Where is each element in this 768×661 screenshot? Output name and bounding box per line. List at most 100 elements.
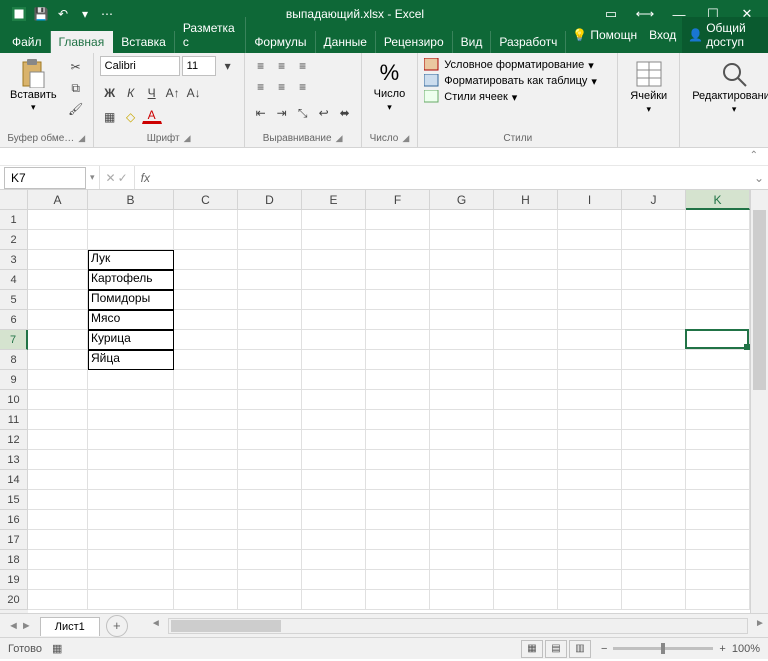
- cell-I20[interactable]: [558, 590, 622, 610]
- zoom-slider[interactable]: [613, 647, 713, 650]
- cell-H5[interactable]: [494, 290, 558, 310]
- cell-D17[interactable]: [238, 530, 302, 550]
- cell-F17[interactable]: [366, 530, 430, 550]
- cell-D3[interactable]: [238, 250, 302, 270]
- cell-G20[interactable]: [430, 590, 494, 610]
- col-header-B[interactable]: B: [88, 190, 174, 210]
- cell-G1[interactable]: [430, 210, 494, 230]
- cell-G10[interactable]: [430, 390, 494, 410]
- formula-input[interactable]: [156, 168, 750, 188]
- col-header-F[interactable]: F: [366, 190, 430, 210]
- cell-I5[interactable]: [558, 290, 622, 310]
- cell-H14[interactable]: [494, 470, 558, 490]
- row-header-16[interactable]: 16: [0, 510, 28, 530]
- cell-C1[interactable]: [174, 210, 238, 230]
- font-name-input[interactable]: [100, 56, 180, 76]
- sign-in[interactable]: Вход: [643, 17, 682, 53]
- cell-C14[interactable]: [174, 470, 238, 490]
- cell-C19[interactable]: [174, 570, 238, 590]
- cell-B12[interactable]: [88, 430, 174, 450]
- cell-G12[interactable]: [430, 430, 494, 450]
- cell-C18[interactable]: [174, 550, 238, 570]
- cell-B11[interactable]: [88, 410, 174, 430]
- dialog-launcher-icon[interactable]: ◢: [184, 133, 191, 144]
- row-header-10[interactable]: 10: [0, 390, 28, 410]
- cell-K5[interactable]: [686, 290, 750, 310]
- bold-button[interactable]: Ж: [100, 83, 120, 103]
- row-header-13[interactable]: 13: [0, 450, 28, 470]
- cell-A9[interactable]: [28, 370, 88, 390]
- cell-E19[interactable]: [302, 570, 366, 590]
- cell-C17[interactable]: [174, 530, 238, 550]
- row-header-12[interactable]: 12: [0, 430, 28, 450]
- cell-A17[interactable]: [28, 530, 88, 550]
- cell-G17[interactable]: [430, 530, 494, 550]
- cell-B20[interactable]: [88, 590, 174, 610]
- row-header-9[interactable]: 9: [0, 370, 28, 390]
- cell-E10[interactable]: [302, 390, 366, 410]
- dialog-launcher-icon[interactable]: ◢: [402, 133, 409, 144]
- dialog-launcher-icon[interactable]: ◢: [336, 133, 343, 144]
- cell-A4[interactable]: [28, 270, 88, 290]
- cell-H2[interactable]: [494, 230, 558, 250]
- cell-D8[interactable]: [238, 350, 302, 370]
- cell-F20[interactable]: [366, 590, 430, 610]
- cell-A10[interactable]: [28, 390, 88, 410]
- cell-C12[interactable]: [174, 430, 238, 450]
- cell-D13[interactable]: [238, 450, 302, 470]
- qat-more-icon[interactable]: ⋯: [98, 5, 116, 23]
- cell-K20[interactable]: [686, 590, 750, 610]
- collapse-ribbon-icon[interactable]: ⌃: [740, 148, 768, 163]
- merge-icon[interactable]: ⬌: [335, 103, 355, 123]
- cell-A8[interactable]: [28, 350, 88, 370]
- cell-J16[interactable]: [622, 510, 686, 530]
- cell-E18[interactable]: [302, 550, 366, 570]
- orientation-icon[interactable]: ⤡: [293, 103, 313, 123]
- cell-A19[interactable]: [28, 570, 88, 590]
- cell-B3[interactable]: Лук: [88, 250, 174, 270]
- col-header-A[interactable]: A: [28, 190, 88, 210]
- normal-view-icon[interactable]: ▦: [521, 640, 543, 658]
- cell-G2[interactable]: [430, 230, 494, 250]
- name-box[interactable]: [4, 167, 86, 189]
- cell-K6[interactable]: [686, 310, 750, 330]
- cell-F12[interactable]: [366, 430, 430, 450]
- cell-C15[interactable]: [174, 490, 238, 510]
- row-headers[interactable]: 1234567891011121314151617181920: [0, 210, 28, 613]
- cell-G19[interactable]: [430, 570, 494, 590]
- tab-file[interactable]: Файл: [4, 31, 51, 53]
- cell-I7[interactable]: [558, 330, 622, 350]
- cell-F9[interactable]: [366, 370, 430, 390]
- enter-icon[interactable]: ✓: [118, 171, 128, 185]
- cell-J5[interactable]: [622, 290, 686, 310]
- decrease-indent-icon[interactable]: ⇤: [251, 103, 271, 123]
- cell-D10[interactable]: [238, 390, 302, 410]
- cell-B6[interactable]: Мясо: [88, 310, 174, 330]
- page-layout-view-icon[interactable]: ▤: [545, 640, 567, 658]
- increase-indent-icon[interactable]: ⇥: [272, 103, 292, 123]
- cell-J1[interactable]: [622, 210, 686, 230]
- cell-B19[interactable]: [88, 570, 174, 590]
- cell-J2[interactable]: [622, 230, 686, 250]
- cell-K9[interactable]: [686, 370, 750, 390]
- cell-B7[interactable]: Курица: [88, 330, 174, 350]
- format-painter-icon[interactable]: 🖌: [65, 100, 87, 118]
- cell-B17[interactable]: [88, 530, 174, 550]
- cell-A6[interactable]: [28, 310, 88, 330]
- cell-styles-button[interactable]: Стили ячеек▾: [424, 90, 597, 104]
- cell-H15[interactable]: [494, 490, 558, 510]
- cell-G18[interactable]: [430, 550, 494, 570]
- sheet-tab[interactable]: Лист1: [40, 617, 100, 636]
- row-header-20[interactable]: 20: [0, 590, 28, 610]
- cell-D20[interactable]: [238, 590, 302, 610]
- cell-C10[interactable]: [174, 390, 238, 410]
- cell-J6[interactable]: [622, 310, 686, 330]
- cell-C5[interactable]: [174, 290, 238, 310]
- col-header-H[interactable]: H: [494, 190, 558, 210]
- cell-E2[interactable]: [302, 230, 366, 250]
- cell-E7[interactable]: [302, 330, 366, 350]
- col-header-E[interactable]: E: [302, 190, 366, 210]
- cell-C9[interactable]: [174, 370, 238, 390]
- cell-J17[interactable]: [622, 530, 686, 550]
- tell-me[interactable]: 💡Помощн: [566, 17, 643, 53]
